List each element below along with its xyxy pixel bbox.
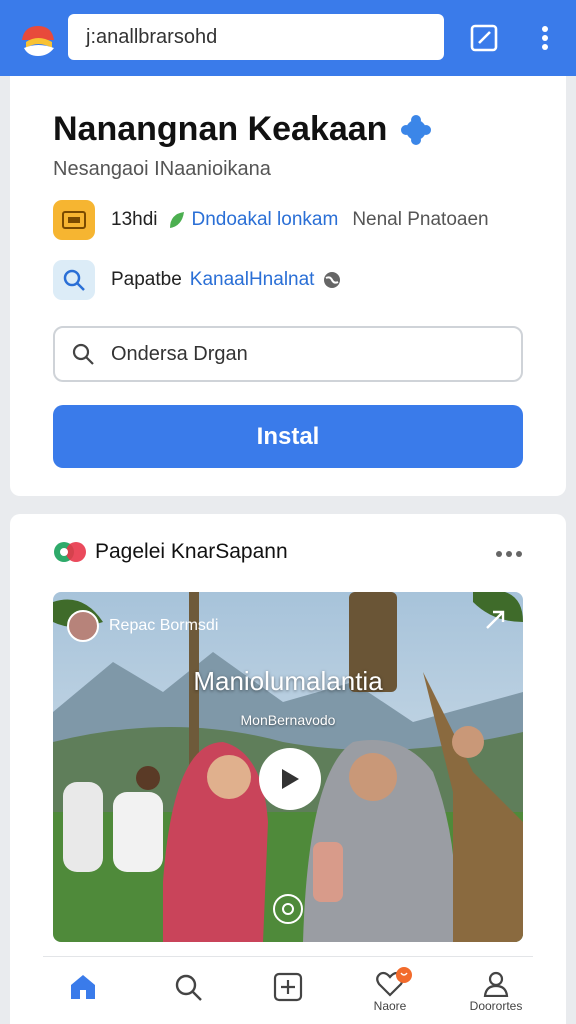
app-title-row: Nanangnan Keakaan	[53, 110, 432, 149]
home-icon	[71, 975, 95, 999]
nav-home[interactable]	[48, 971, 118, 1003]
meta-count: 13hdi	[111, 209, 158, 230]
more-menu-button[interactable]	[530, 20, 560, 56]
nav-notifications[interactable]: Naore	[355, 967, 425, 1013]
badge-icon	[282, 903, 294, 915]
search-chip-icon	[53, 260, 95, 300]
search-field[interactable]: Ondersa Drgan	[53, 326, 523, 382]
app-subtitle: Nesangaoi INaanioikana	[53, 158, 271, 180]
search-value: Ondersa Drgan	[111, 342, 248, 365]
play-button[interactable]	[259, 748, 321, 810]
leaf-icon	[169, 212, 184, 228]
search-icon	[175, 974, 202, 1001]
page-name[interactable]: Pagelei KnarSapann	[95, 540, 288, 564]
page-icon	[54, 542, 86, 562]
nav-profile[interactable]: Doorortes	[461, 971, 531, 1013]
nav-notifications-label: Naore	[373, 999, 407, 1013]
meta-row-developer: 13hdi Dndoakal lonkam Nenal Pnatoaen	[53, 200, 489, 240]
video-channel[interactable]: Repac Bormsdi	[67, 610, 218, 642]
app-chip-icon	[53, 200, 95, 240]
nav-add[interactable]	[253, 971, 323, 1003]
bottom-nav: Naore Doorortes	[43, 956, 533, 1024]
globe-icon	[324, 272, 341, 288]
publisher-link[interactable]: KanaalHnalnat	[190, 269, 315, 291]
nav-profile-label: Doorortes	[469, 999, 523, 1013]
logo-icon[interactable]	[18, 18, 58, 58]
edit-button[interactable]	[466, 20, 502, 56]
notification-dot	[396, 967, 412, 983]
nav-search[interactable]	[153, 971, 223, 1003]
post-card: Pagelei KnarSapann Repac Bormsdi Maniolu…	[10, 514, 566, 1024]
url-input[interactable]: j:anallbrarsohd	[68, 14, 444, 60]
top-bar: j:anallbrarsohd	[0, 0, 576, 76]
video-badge	[273, 894, 303, 924]
profile-icon	[483, 971, 509, 997]
channel-avatar	[67, 610, 99, 642]
share-icon[interactable]	[481, 606, 509, 634]
meta-category: Nenal Pnatoaen	[352, 209, 489, 230]
edit-icon	[470, 24, 498, 52]
add-icon	[273, 972, 303, 1002]
verified-badge-icon	[401, 114, 432, 145]
search-icon	[72, 343, 94, 365]
publisher-label: Papatbe	[111, 269, 182, 290]
more-vertical-icon	[542, 26, 548, 50]
app-title: Nanangnan Keakaan	[53, 110, 388, 148]
post-header: Pagelei KnarSapann	[53, 540, 288, 564]
video-player[interactable]: Repac Bormsdi Maniolumalantia MonBernavo…	[53, 592, 523, 942]
video-title: Maniolumalantia	[193, 666, 383, 696]
play-icon	[282, 769, 299, 789]
app-card: Nanangnan Keakaan Nesangaoi INaanioikana…	[10, 76, 566, 496]
meta-row-publisher: Papatbe KanaalHnalnat	[53, 260, 342, 300]
channel-name: Repac Bormsdi	[109, 617, 219, 634]
developer-link[interactable]: Dndoakal lonkam	[192, 209, 339, 231]
install-button[interactable]: Instal	[53, 405, 523, 468]
video-subtitle: MonBernavodo	[240, 712, 336, 728]
more-horizontal-icon[interactable]	[494, 542, 524, 566]
